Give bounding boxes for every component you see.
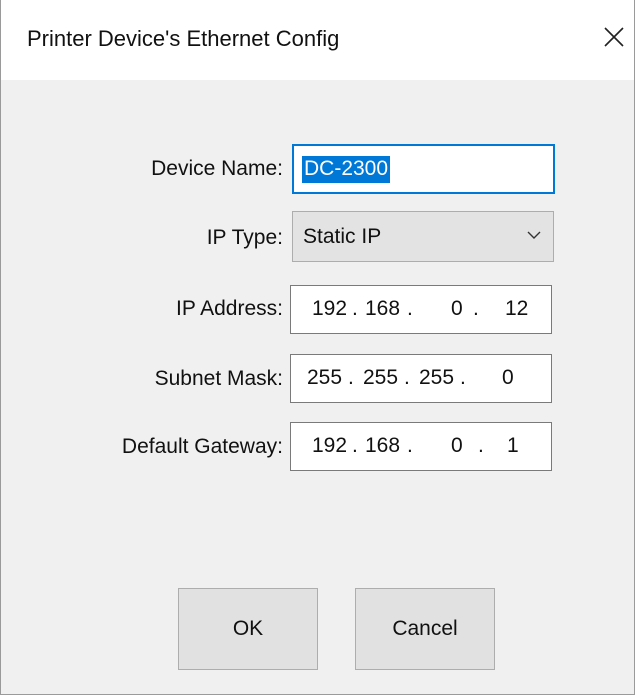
ip-octet: 1 <box>507 434 519 457</box>
device-name-label: Device Name: <box>151 157 283 180</box>
ip-separator: . <box>348 366 354 389</box>
close-icon <box>604 27 624 47</box>
device-name-input[interactable]: DC-2300 <box>292 144 555 194</box>
ip-octet: 0 <box>451 297 463 320</box>
ip-octet: 255 <box>307 366 343 389</box>
ip-type-value: Static IP <box>303 225 382 248</box>
ip-separator: . <box>407 434 413 457</box>
ip-octet: 168 <box>365 297 401 320</box>
ip-address-input[interactable]: 192 . 168 . 0 . 12 <box>290 285 552 334</box>
close-button[interactable] <box>594 10 634 64</box>
ip-separator: . <box>352 297 358 320</box>
ip-octet: 0 <box>502 366 514 389</box>
ip-address-label: IP Address: <box>175 297 283 320</box>
ip-separator: . <box>404 366 410 389</box>
ip-separator: . <box>473 297 479 320</box>
subnet-mask-input[interactable]: 255 . 255 . 255 . 0 <box>290 354 552 403</box>
ip-octet: 255 <box>363 366 399 389</box>
ip-octet: 255 <box>419 366 455 389</box>
ip-octet: 192 <box>312 434 348 457</box>
ip-separator: . <box>460 366 466 389</box>
subnet-mask-label: Subnet Mask: <box>154 367 283 390</box>
ip-separator: . <box>352 434 358 457</box>
ip-separator: . <box>478 434 484 457</box>
ip-type-label: IP Type: <box>206 226 283 249</box>
title-bar: Printer Device's Ethernet Config <box>1 0 634 80</box>
ok-button[interactable]: OK <box>178 588 318 670</box>
chevron-down-icon <box>527 231 541 239</box>
default-gateway-label: Default Gateway: <box>121 435 283 458</box>
ip-octet: 192 <box>312 297 348 320</box>
dialog-title: Printer Device's Ethernet Config <box>27 26 340 51</box>
ip-octet: 168 <box>365 434 401 457</box>
ip-type-dropdown[interactable]: Static IP <box>292 211 554 262</box>
ethernet-config-dialog: Printer Device's Ethernet Config Device … <box>0 0 635 695</box>
ip-octet: 12 <box>505 297 529 320</box>
ip-octet: 0 <box>451 434 463 457</box>
device-name-value: DC-2300 <box>302 156 391 183</box>
cancel-button[interactable]: Cancel <box>355 588 495 670</box>
ip-separator: . <box>407 297 413 320</box>
default-gateway-input[interactable]: 192 . 168 . 0 . 1 <box>290 422 552 471</box>
